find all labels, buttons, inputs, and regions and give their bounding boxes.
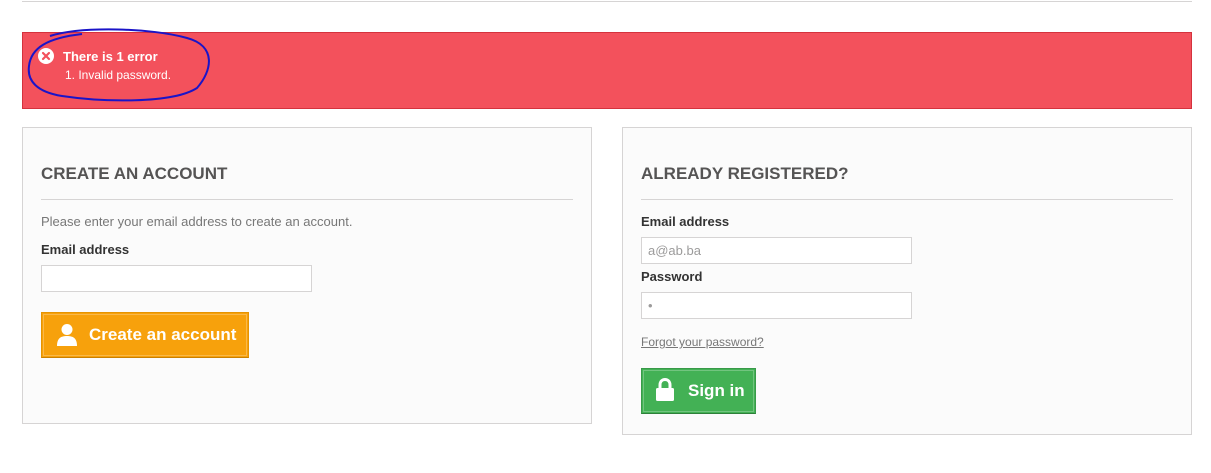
create-account-heading: CREATE AN ACCOUNT xyxy=(41,164,228,183)
forgot-password-link[interactable]: Forgot your password? xyxy=(641,335,764,349)
create-email-input[interactable] xyxy=(41,265,312,292)
error-list: 1. Invalid password. xyxy=(65,67,171,83)
user-icon xyxy=(56,323,78,352)
create-account-button-label: Create an account xyxy=(89,325,237,344)
login-email-label: Email address xyxy=(641,214,730,229)
create-account-button[interactable]: Create an account xyxy=(41,312,249,358)
error-item: 1. Invalid password. xyxy=(65,68,172,82)
top-divider xyxy=(22,1,1192,2)
close-circle-icon xyxy=(38,48,54,64)
login-panel: ALREADY REGISTERED? Email address Passwo… xyxy=(622,127,1192,435)
heading-divider xyxy=(41,199,573,200)
login-password-label: Password xyxy=(641,269,703,284)
login-password-input[interactable] xyxy=(641,292,912,319)
error-alert: There is 1 error 1. Invalid password. xyxy=(22,32,1192,109)
create-account-intro: Please enter your email address to creat… xyxy=(41,214,353,229)
login-heading: ALREADY REGISTERED? xyxy=(641,164,849,183)
lock-icon xyxy=(655,377,675,407)
heading-divider xyxy=(641,199,1173,200)
error-title: There is 1 error xyxy=(63,49,158,64)
create-email-label: Email address xyxy=(41,242,130,257)
create-account-panel: CREATE AN ACCOUNT Please enter your emai… xyxy=(22,127,592,424)
sign-in-button-label: Sign in xyxy=(688,381,745,400)
sign-in-button[interactable]: Sign in xyxy=(641,368,756,414)
login-email-input[interactable] xyxy=(641,237,912,264)
